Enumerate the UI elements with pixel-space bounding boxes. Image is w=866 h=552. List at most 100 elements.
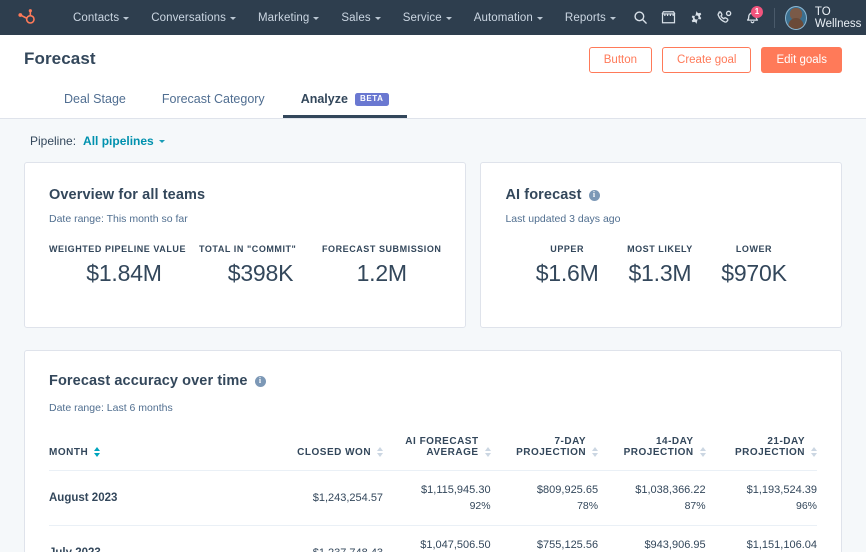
nav-item-label: Contacts (73, 11, 120, 24)
tab-analyze[interactable]: Analyze BETA (282, 85, 407, 118)
sort-toggle-month[interactable] (94, 447, 101, 458)
cell-amount: $1,151,106.04 (746, 539, 817, 551)
column-header-14-day-projection[interactable]: 14-DAY PROJECTION (598, 428, 706, 471)
cell-amount: $1,115,945.30 (421, 484, 491, 496)
chevron-down-icon (158, 140, 165, 143)
column-header-7-day-projection[interactable]: 7-DAY PROJECTION (490, 428, 599, 471)
chevron-down-icon (123, 16, 130, 20)
cell-amount: $1,193,524.39 (746, 484, 817, 496)
table-row[interactable]: July 2023 $1,237,748.43 $1,047,506.50 88… (49, 525, 817, 552)
metric-value: $1.84M (86, 260, 162, 286)
chevron-down-icon (609, 16, 616, 20)
top-navigation-bar: Contacts Conversations Marketing Sales S… (0, 0, 866, 35)
column-header-label: MONTH (49, 447, 89, 458)
cell-closed-won: $1,237,748.43 (260, 525, 384, 552)
hubspot-logo-icon[interactable] (16, 7, 36, 29)
top-nav-actions: 1 TO Wellness (627, 3, 866, 33)
filter-bar: Pipeline: All pipelines (24, 119, 842, 162)
cell-21-day-projection: $1,193,524.39 96% (705, 470, 817, 526)
create-goal-button[interactable]: Create goal (662, 47, 752, 73)
summary-cards-row: Overview for all teams Date range: This … (24, 162, 842, 328)
accuracy-card-title: Forecast accuracy over time i (49, 373, 817, 389)
nav-item-contacts[interactable]: Contacts (62, 6, 140, 30)
overview-card-title-text: Overview for all teams (49, 187, 206, 203)
pipeline-filter-dropdown[interactable]: All pipelines (83, 134, 165, 148)
column-header-label: 7-DAY PROJECTION (516, 436, 587, 458)
settings-gear-icon[interactable] (683, 3, 711, 33)
column-header-month[interactable]: MONTH (49, 428, 261, 471)
accuracy-card-title-text: Forecast accuracy over time (49, 373, 248, 389)
table-row[interactable]: August 2023 $1,243,254.57 $1,115,945.30 … (49, 470, 817, 526)
info-icon[interactable]: i (588, 189, 600, 201)
nav-item-reports[interactable]: Reports (554, 6, 627, 30)
chevron-down-icon (230, 16, 236, 20)
tab-label: Forecast Category (161, 92, 265, 106)
metric-lower: LOWER $970K (721, 244, 787, 287)
metric-label: TOTAL IN "COMMIT" (199, 244, 297, 254)
column-header-label: CLOSED WON (297, 447, 372, 458)
cell-percent: 78% (577, 500, 599, 512)
nav-item-service[interactable]: Service (392, 6, 463, 30)
account-name-label: TO Wellness (814, 5, 862, 30)
account-menu[interactable]: TO Wellness (784, 5, 866, 30)
nav-item-label: Reports (564, 11, 606, 24)
page-title: Forecast (24, 49, 96, 68)
chevron-down-icon (374, 16, 381, 20)
metric-value: $1.3M (628, 260, 692, 286)
column-header-label: 14-DAY PROJECTION (623, 436, 694, 458)
metric-total-in-commit: TOTAL IN "COMMIT" $398K (199, 244, 322, 287)
cell-21-day-projection: $1,151,106.04 93% (705, 525, 817, 552)
metric-value: 1.2M (356, 260, 408, 286)
cell-percent: 87% (684, 500, 706, 512)
forecast-accuracy-card: Forecast accuracy over time i Date range… (24, 350, 842, 552)
metric-value: $970K (721, 260, 787, 286)
column-header-label: AI FORECAST AVERAGE (405, 436, 479, 458)
tab-forecast-category[interactable]: Forecast Category (144, 85, 283, 118)
sort-toggle-21-day-projection[interactable] (811, 447, 817, 458)
notification-count-badge: 1 (751, 5, 764, 18)
ai-forecast-card-subtitle: Last updated 3 days ago (505, 213, 621, 225)
page-content: Pipeline: All pipelines Overview for all… (0, 119, 866, 552)
avatar (784, 5, 807, 30)
cell-amount: $1,047,506.50 (420, 539, 491, 551)
column-header-21-day-projection[interactable]: 21-DAY PROJECTION (705, 428, 817, 471)
table-header-row: MONTH CLOSED WON AI FORECAST AVERAGE 7-D… (49, 428, 817, 471)
metric-upper: UPPER $1.6M (536, 244, 599, 287)
cell-amount: $809,925.65 (536, 484, 599, 496)
column-header-ai-forecast-average[interactable]: AI FORECAST AVERAGE (383, 428, 491, 471)
cell-month: August 2023 (49, 470, 261, 526)
nav-item-label: Marketing (258, 11, 310, 24)
edit-goals-button[interactable]: Edit goals (761, 47, 842, 73)
nav-item-sales[interactable]: Sales (330, 6, 391, 30)
tab-deal-stage[interactable]: Deal Stage (46, 85, 144, 118)
metric-label: MOST LIKELY (627, 244, 693, 254)
nav-item-label: Conversations (151, 11, 226, 24)
chevron-down-icon (536, 16, 543, 20)
forecast-accuracy-table: MONTH CLOSED WON AI FORECAST AVERAGE 7-D… (49, 428, 817, 552)
info-icon[interactable]: i (254, 375, 266, 387)
nav-item-marketing[interactable]: Marketing (247, 6, 330, 30)
metric-label: FORECAST SUBMISSION (322, 244, 442, 254)
notifications-bell-icon[interactable]: 1 (738, 3, 766, 33)
nav-item-automation[interactable]: Automation (463, 6, 554, 30)
calling-icon[interactable] (710, 3, 738, 33)
metric-label: WEIGHTED PIPELINE VALUE (49, 244, 186, 254)
cell-7-day-projection: $809,925.65 78% (490, 470, 599, 526)
cell-ai-forecast-average: $1,115,945.30 92% (383, 470, 491, 526)
button-generic[interactable]: Button (588, 47, 653, 73)
marketplace-icon[interactable] (655, 3, 683, 33)
search-icon[interactable] (627, 3, 655, 33)
nav-item-label: Automation (473, 11, 533, 24)
nav-item-conversations[interactable]: Conversations (140, 6, 247, 30)
cell-percent: 96% (795, 500, 817, 512)
metric-label: LOWER (735, 244, 773, 254)
cell-closed-won: $1,243,254.57 (260, 470, 384, 526)
pipeline-filter-label: Pipeline: (30, 134, 77, 148)
table-body: August 2023 $1,243,254.57 $1,115,945.30 … (49, 470, 817, 552)
metric-forecast-submission: FORECAST SUBMISSION 1.2M (322, 244, 441, 287)
nav-item-label: Service (402, 11, 442, 24)
column-header-closed-won[interactable]: CLOSED WON (260, 428, 384, 471)
main-menu: Contacts Conversations Marketing Sales S… (62, 6, 627, 30)
column-header-label: 21-DAY PROJECTION (734, 436, 805, 458)
ai-forecast-card-title: AI forecast i (505, 187, 817, 203)
